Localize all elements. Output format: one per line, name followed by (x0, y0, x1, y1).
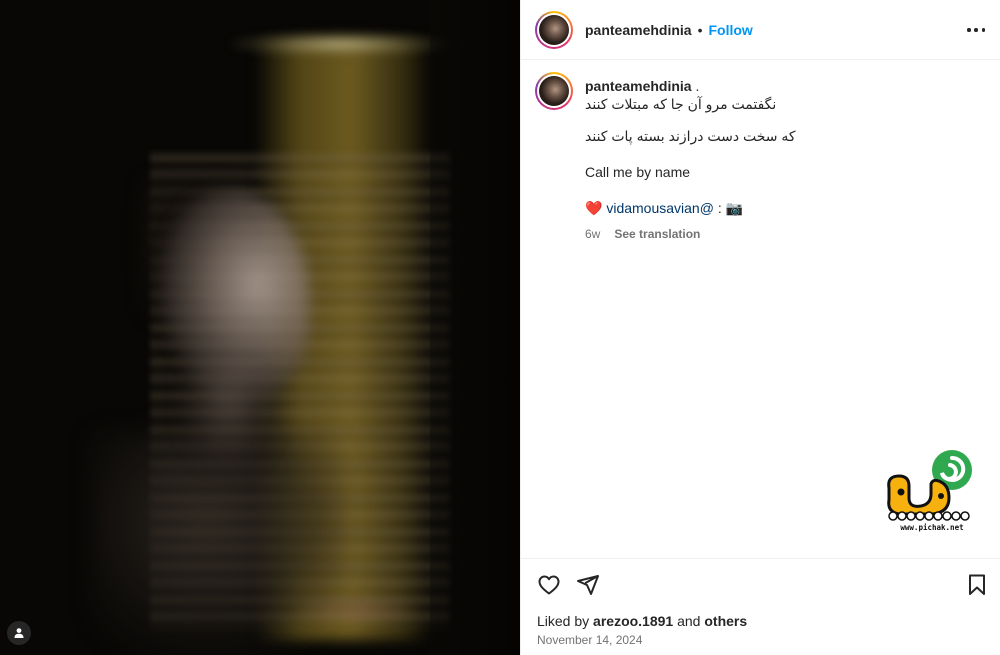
follow-button[interactable]: Follow (709, 22, 753, 38)
caption-line-1: نگفتمت مرو آن جا که مبتلات کنند (585, 96, 777, 112)
more-icon (967, 28, 971, 32)
liked-by: Liked by arezoo.1891 and others (537, 613, 748, 629)
mention-suffix: : 📷 (713, 200, 744, 216)
user-tag-icon (14, 628, 24, 638)
post-side-panel: panteamehdinia • Follow panteamehdinia .… (520, 0, 1000, 655)
photo-dark-edge (430, 0, 520, 655)
liked-by-user[interactable]: arezoo.1891 (593, 613, 673, 629)
post-header: panteamehdinia • Follow (521, 0, 1000, 60)
post-actions: Liked by arezoo.1891 and others November… (521, 558, 1000, 655)
caption-body: panteamehdinia . نگفتمت مرو آن جا که مبت… (585, 77, 985, 243)
caption-line-3: Call me by name (585, 164, 691, 180)
liked-by-others[interactable]: others (704, 613, 747, 629)
heart-icon[interactable] (537, 573, 561, 597)
caption-avatar[interactable] (535, 72, 573, 110)
bookmark-icon[interactable] (965, 573, 989, 597)
pichak-watermark-logo: www.pichak.net (887, 450, 972, 532)
see-translation-button[interactable]: See translation (614, 225, 700, 243)
user-tag-button[interactable] (7, 621, 31, 645)
watermark-text: www.pichak.net (900, 523, 963, 532)
caption-username[interactable]: panteamehdinia (585, 78, 692, 94)
more-options-button[interactable] (967, 22, 985, 38)
post-time-ago[interactable]: 6w (585, 225, 600, 243)
share-icon[interactable] (576, 573, 600, 597)
post-photo[interactable] (0, 0, 520, 655)
avatar-image (539, 14, 569, 45)
mention-link[interactable]: vidamousavian@ (606, 200, 714, 216)
header-username[interactable]: panteamehdinia (585, 22, 692, 38)
post-date[interactable]: November 14, 2024 (537, 633, 642, 647)
caption-username-suffix: . (691, 78, 700, 94)
caption-line-2: که سخت دست درازند بسته پات کنند (585, 128, 796, 144)
caption-avatar-image (539, 76, 569, 106)
caption-meta: 6w See translation (585, 225, 985, 243)
header-separator: • (697, 21, 703, 38)
photo-bottom-glow (290, 595, 420, 625)
heart-emoji: ❤️ (585, 200, 603, 216)
avatar[interactable] (535, 10, 573, 49)
photo-top-glow (230, 30, 450, 58)
